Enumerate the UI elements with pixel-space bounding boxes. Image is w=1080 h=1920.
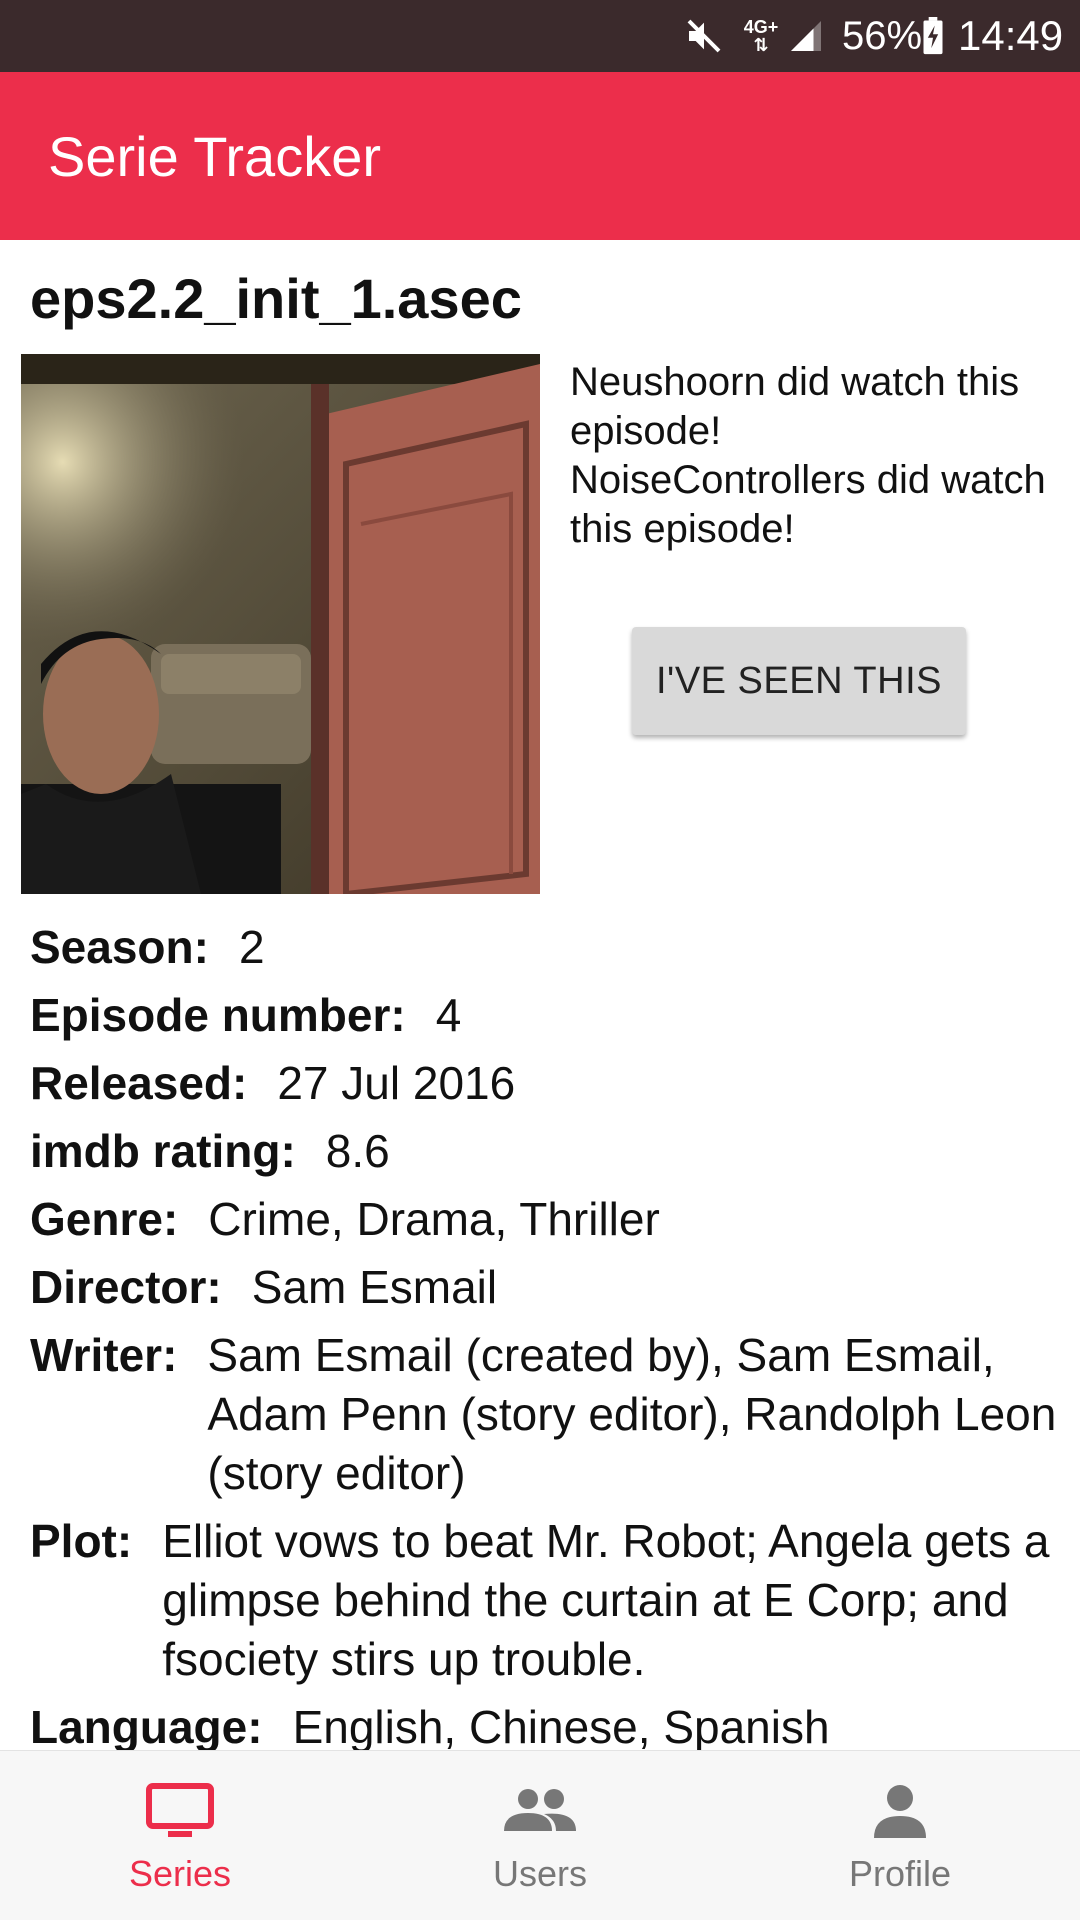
writer-label: Writer: (30, 1329, 178, 1381)
episode-number-value: 4 (435, 989, 462, 1041)
watch-status-item: NoiseControllers did watch this episode! (570, 458, 1046, 551)
plot-label: Plot: (30, 1515, 133, 1567)
episode-details: Season: 2 Episode number: 4 Released: 27… (30, 918, 1060, 1750)
person-icon (874, 1777, 926, 1845)
imdb-rating-label: imdb rating: (30, 1125, 296, 1177)
battery-charging-icon (922, 0, 946, 72)
nav-series-label: Series (128, 1853, 232, 1894)
released-label: Released: (30, 1057, 248, 1109)
watch-status-list: Neushoorn did watch this episode! NoiseC… (570, 358, 1060, 554)
mute-icon (684, 0, 728, 72)
language-row: Language: English, Chinese, Spanish (30, 1698, 1060, 1750)
network-type: 4G+ (743, 17, 779, 37)
nav-series[interactable]: Series (0, 1751, 360, 1920)
app-bar: Serie Tracker (0, 72, 1080, 240)
writer-row: Writer: Sam Esmail (created by), Sam Esm… (30, 1326, 1060, 1503)
clock: 14:49 (958, 12, 1064, 59)
language-label: Language: (30, 1701, 263, 1750)
genre-row: Genre: Crime, Drama, Thriller (30, 1190, 1060, 1249)
genre-label: Genre: (30, 1193, 179, 1245)
season-value: 2 (238, 921, 265, 973)
watch-status-item: Neushoorn did watch this episode! (570, 360, 1020, 453)
plot-value: Elliot vows to beat Mr. Robot; Angela ge… (162, 1515, 1050, 1685)
nav-users-label: Users (492, 1853, 587, 1894)
imdb-rating-value: 8.6 (325, 1125, 390, 1177)
imdb-rating-row: imdb rating: 8.6 (30, 1122, 1060, 1181)
season-label: Season: (30, 921, 209, 973)
genre-value: Crime, Drama, Thriller (208, 1193, 660, 1245)
director-row: Director: Sam Esmail (30, 1258, 1060, 1317)
season-row: Season: 2 (30, 918, 1060, 977)
language-value: English, Chinese, Spanish (292, 1701, 830, 1750)
bottom-navigation: Series Users Profile (0, 1750, 1080, 1920)
signal-icon (788, 0, 828, 72)
status-bar: 4G+ ⇅ 56% 14:49 (0, 0, 1080, 72)
released-row: Released: 27 Jul 2016 (30, 1054, 1060, 1113)
director-label: Director: (30, 1261, 222, 1313)
plot-row: Plot: Elliot vows to beat Mr. Robot; Ang… (30, 1512, 1060, 1689)
episode-number-row: Episode number: 4 (30, 986, 1060, 1045)
nav-profile[interactable]: Profile (720, 1751, 1080, 1920)
episode-detail[interactable]: eps2.2_init_1.asec Neushoorn did watch t… (0, 240, 1080, 1750)
tv-icon (146, 1777, 214, 1845)
seen-this-button[interactable]: I'VE SEEN THIS (632, 627, 966, 735)
episode-title: eps2.2_init_1.asec (30, 267, 522, 330)
battery-percent: 56% (842, 13, 923, 58)
episode-number-label: Episode number: (30, 989, 406, 1041)
network-icon: 4G+ ⇅ (743, 17, 779, 55)
nav-profile-label: Profile (848, 1853, 952, 1894)
writer-value: Sam Esmail (created by), Sam Esmail, Ada… (207, 1329, 1057, 1499)
director-value: Sam Esmail (251, 1261, 498, 1313)
released-value: 27 Jul 2016 (277, 1057, 516, 1109)
users-icon (504, 1777, 576, 1845)
nav-users[interactable]: Users (360, 1751, 720, 1920)
app-title: Serie Tracker (48, 124, 381, 188)
episode-image (21, 354, 540, 894)
